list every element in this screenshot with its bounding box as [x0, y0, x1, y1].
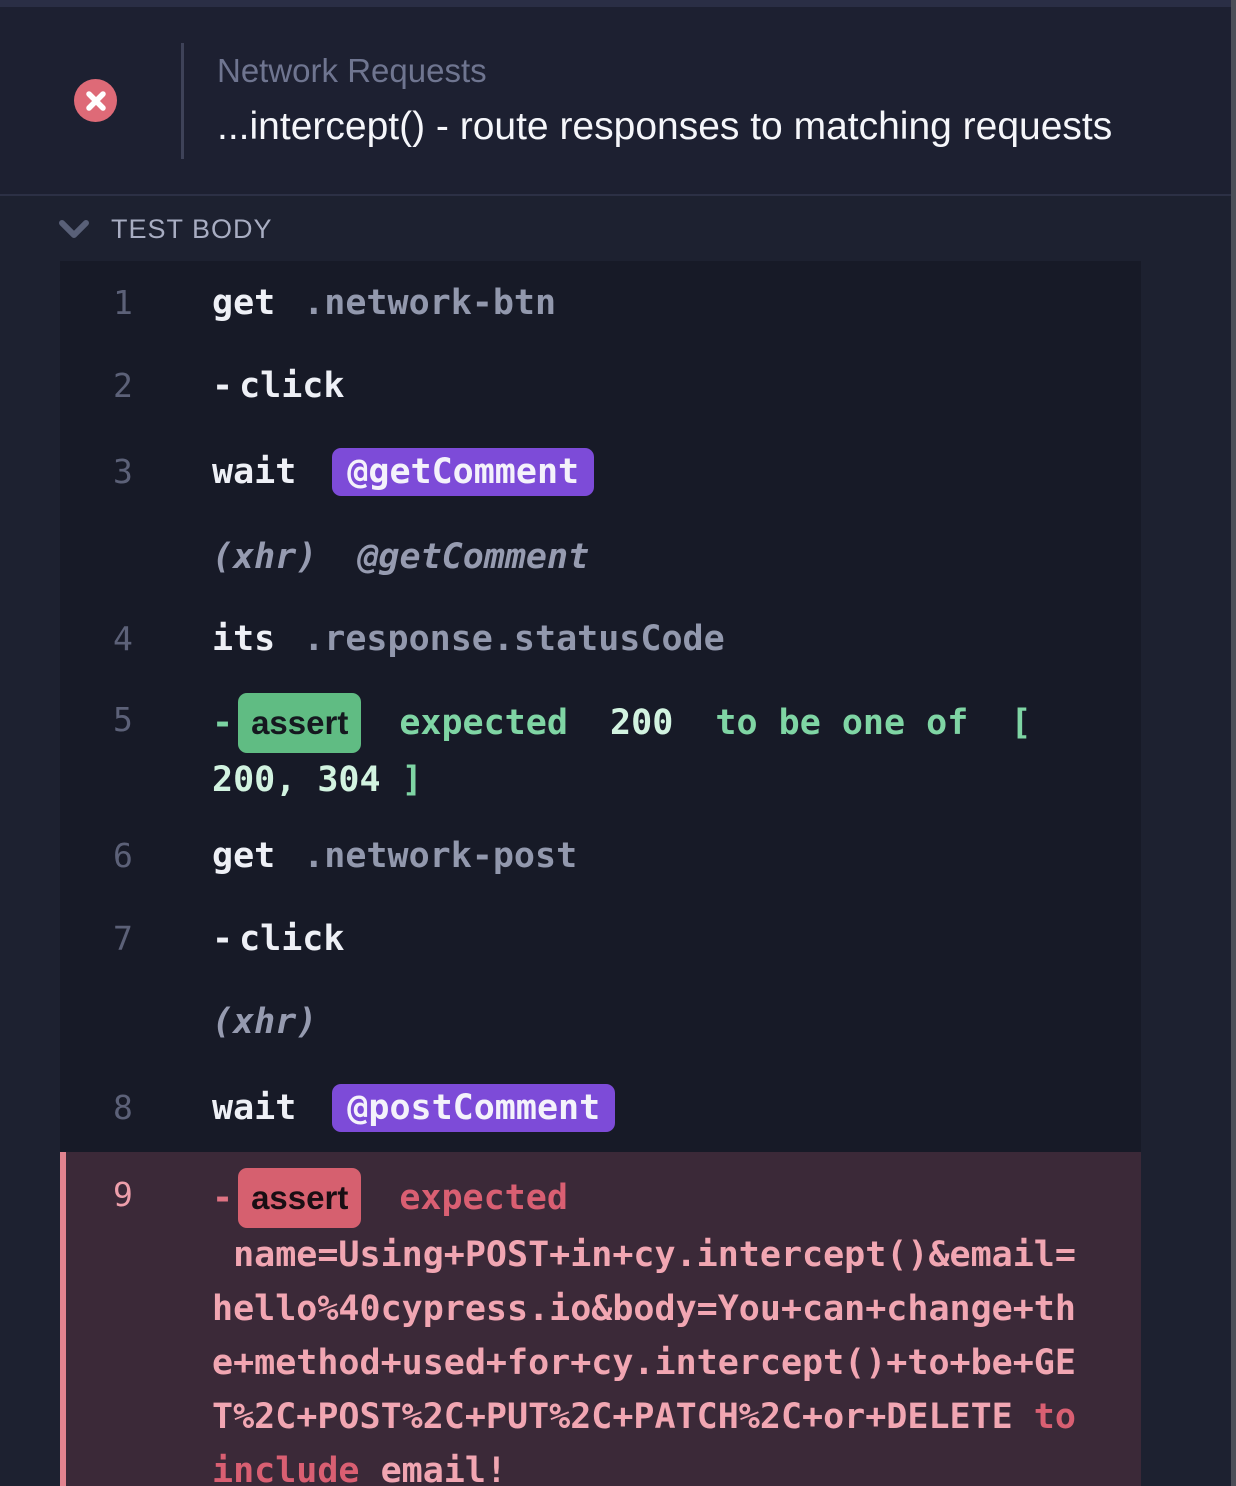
- assert-badge: assert: [238, 1168, 361, 1228]
- suite-title: Network Requests: [217, 51, 1112, 91]
- line-number: 2: [113, 366, 212, 405]
- command-content: wait @postComment: [212, 1084, 615, 1132]
- scrollbar[interactable]: [1231, 0, 1236, 1486]
- command-name: click: [239, 366, 344, 406]
- command-args: .network-btn: [303, 283, 556, 323]
- assert-value: name=Using+POST+in+cy.intercept()&email=…: [212, 1235, 1076, 1437]
- line-number: 1: [113, 283, 212, 322]
- assert-badge: assert: [238, 693, 361, 753]
- command-row-wait[interactable]: 8 wait @postComment: [60, 1063, 1141, 1152]
- xhr-alias: @getComment: [357, 537, 589, 577]
- assert-text: expected: [399, 703, 610, 743]
- command-name: click: [239, 919, 344, 959]
- command-row-click[interactable]: 2 -click: [60, 344, 1141, 427]
- child-dash: -: [212, 366, 233, 406]
- command-row-get[interactable]: 6 get .network-post: [60, 814, 1141, 897]
- command-name: its: [212, 619, 275, 659]
- test-failed-status-icon: [74, 79, 117, 122]
- x-icon: [85, 90, 107, 112]
- chevron-down-icon[interactable]: [58, 220, 90, 240]
- xhr-log-row[interactable]: (xhr): [60, 980, 1141, 1063]
- command-row-click[interactable]: 7 -click: [60, 897, 1141, 980]
- assert-value: 200, 304: [212, 760, 381, 800]
- test-body-section-header[interactable]: TEST BODY: [0, 198, 1236, 261]
- command-row-its[interactable]: 4 its .response.statusCode: [60, 597, 1141, 680]
- assert-failed-row[interactable]: 9 -assert expected name=Using+POST+in+cy.…: [60, 1152, 1141, 1486]
- assert-value: 200: [610, 703, 673, 743]
- header-divider: [181, 43, 184, 159]
- line-number: 4: [113, 619, 212, 658]
- test-title: ...intercept() - route responses to matc…: [217, 103, 1112, 151]
- command-name: wait: [212, 1088, 296, 1128]
- route-alias-badge[interactable]: @getComment: [332, 448, 594, 496]
- xhr-label: (xhr): [212, 1002, 317, 1042]
- assert-passed-row[interactable]: 5 -assert expected 200 to be one of [ 200…: [60, 680, 1141, 814]
- command-log: 1 get.network-btn 2 -click 3 wait@getCom…: [60, 261, 1141, 1486]
- line-number: 3: [113, 452, 212, 491]
- command-content: -click: [212, 366, 344, 406]
- command-content: get .network-btn: [212, 283, 556, 323]
- xhr-content: (xhr) @getComment: [212, 537, 589, 577]
- assert-content: -assert expected 200 to be one of [ 200, …: [212, 693, 1095, 807]
- command-row-get[interactable]: 1 get .network-btn: [60, 261, 1141, 344]
- command-content: wait @getComment: [212, 448, 594, 496]
- test-titles: Network Requests ...intercept() - route …: [217, 51, 1112, 151]
- line-number: 7: [113, 919, 212, 958]
- test-body-label: TEST BODY: [111, 214, 273, 245]
- assert-content: -assert expected name=Using+POST+in+cy.in…: [212, 1168, 1095, 1486]
- child-dash: -: [212, 919, 233, 959]
- command-args: .network-post: [303, 836, 577, 876]
- line-number: 8: [113, 1088, 212, 1127]
- child-dash: -: [212, 1178, 233, 1218]
- line-number: 9: [113, 1168, 212, 1222]
- xhr-label: (xhr): [212, 537, 317, 577]
- command-name: wait: [212, 452, 296, 492]
- route-alias-badge[interactable]: @postComment: [332, 1084, 615, 1132]
- command-name: get: [212, 836, 275, 876]
- test-header[interactable]: Network Requests ...intercept() - route …: [0, 7, 1236, 196]
- command-content: its .response.statusCode: [212, 619, 725, 659]
- command-content: -click: [212, 919, 344, 959]
- top-edge-strip: [0, 0, 1236, 7]
- xhr-log-row[interactable]: (xhr) @getComment: [60, 516, 1141, 597]
- assert-text: ]: [381, 760, 423, 800]
- command-row-wait[interactable]: 3 wait @getComment: [60, 427, 1141, 516]
- command-args: .response.statusCode: [303, 619, 724, 659]
- command-content: get .network-post: [212, 836, 577, 876]
- line-number: 6: [113, 836, 212, 875]
- line-number: 5: [113, 693, 212, 747]
- assert-value: email!: [381, 1451, 507, 1486]
- child-dash: -: [212, 703, 233, 743]
- assert-text: expected: [399, 1178, 589, 1218]
- command-name: get: [212, 283, 275, 323]
- assert-text: to be one of [: [673, 703, 1052, 743]
- xhr-content: (xhr): [212, 1002, 317, 1042]
